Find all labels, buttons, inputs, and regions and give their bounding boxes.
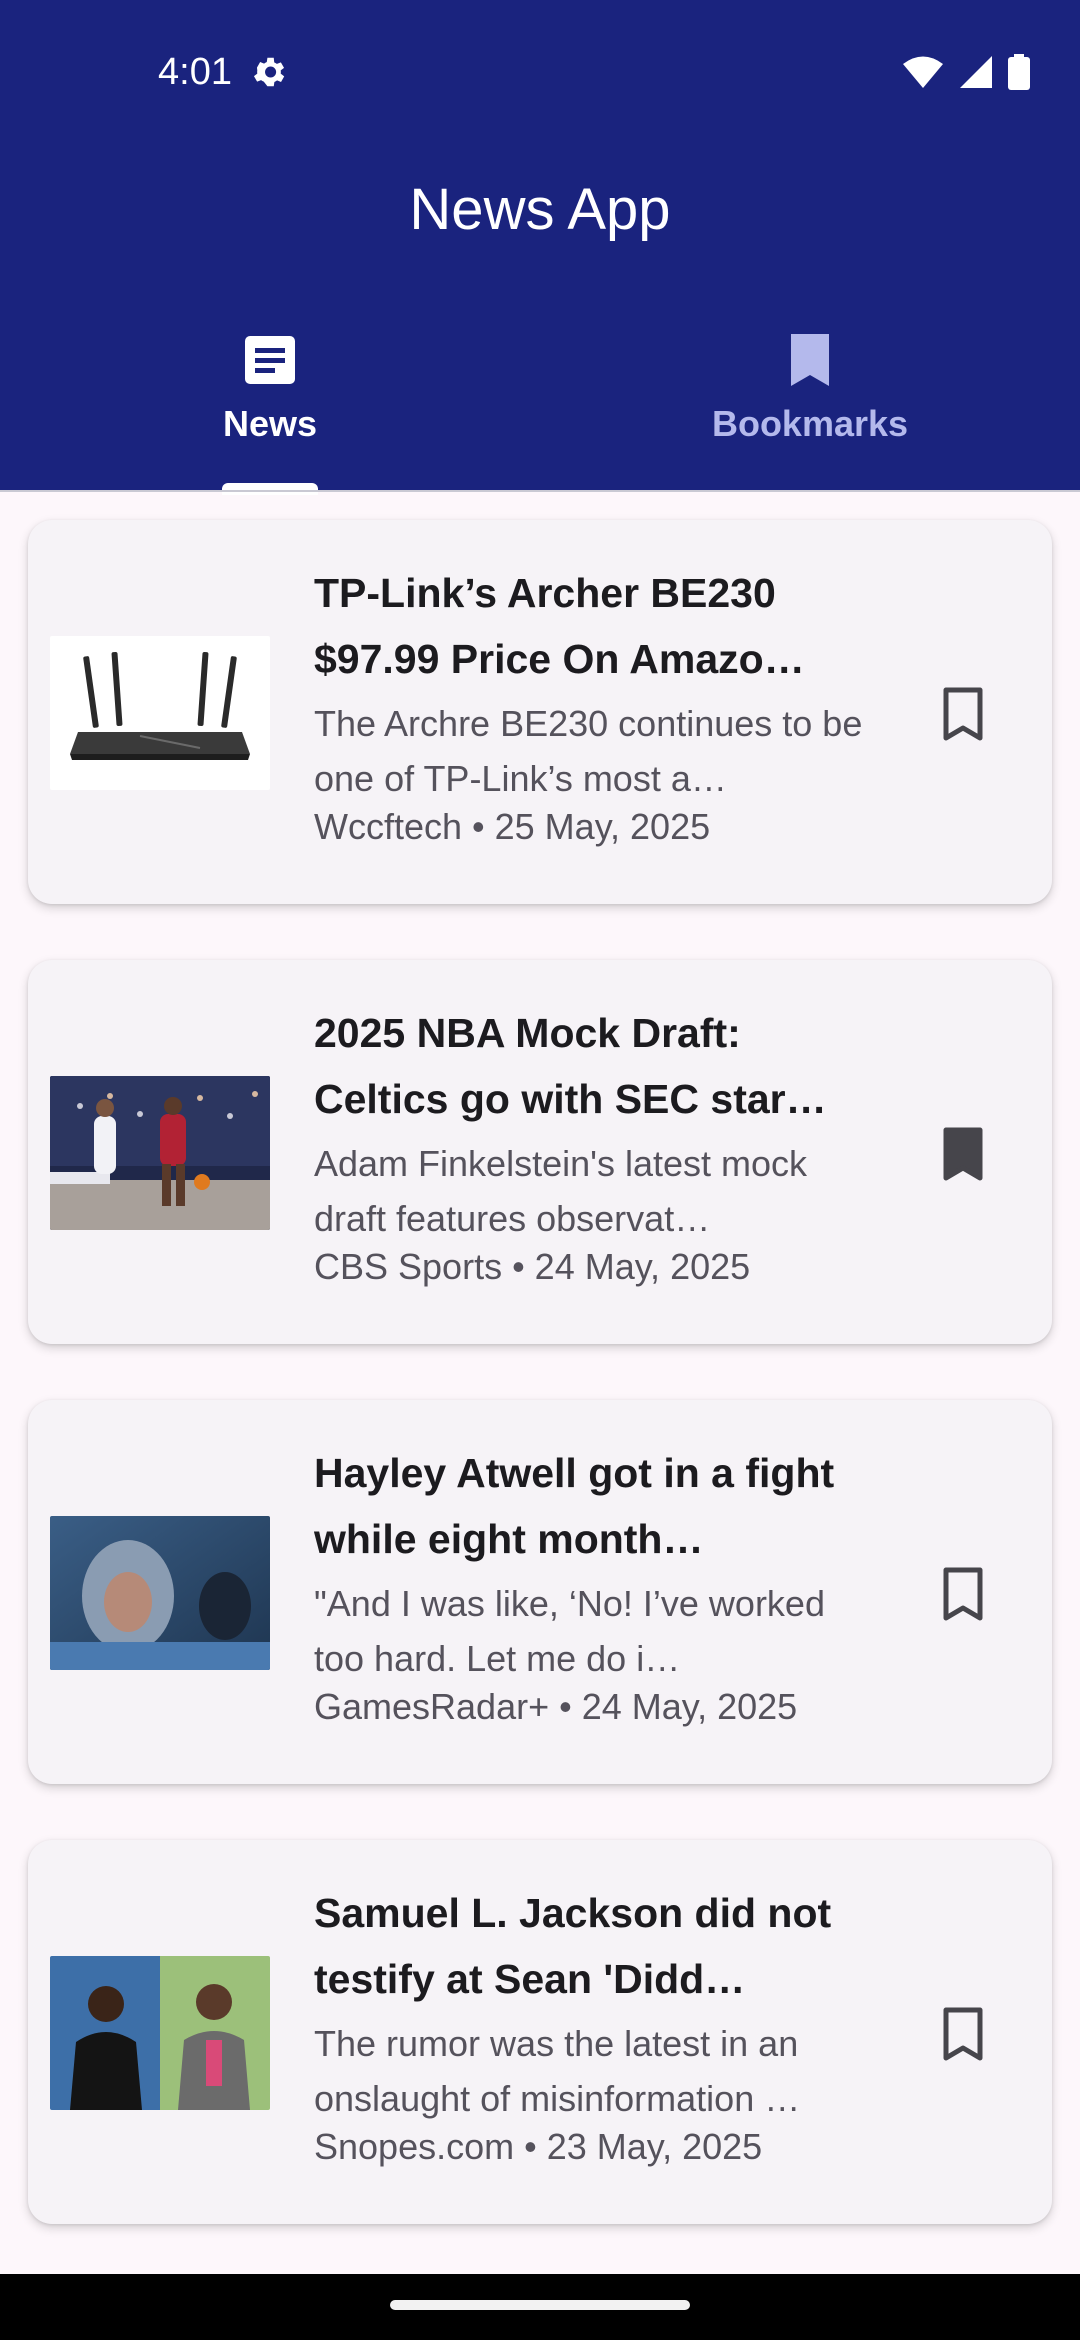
selected-tab-indicator xyxy=(222,483,318,495)
wifi-router-image xyxy=(50,636,270,790)
article-headline: Samuel L. Jackson did not testify at Sea… xyxy=(314,1890,832,2002)
basketball-game-image xyxy=(50,1076,270,1230)
bookmark-icon xyxy=(791,334,829,386)
app-title: News App xyxy=(409,177,671,242)
tab-news-label: News xyxy=(222,403,318,444)
article-card[interactable]: TP-Link’s Archer BE230 $97.99 Price On A… xyxy=(28,520,1052,904)
wifi-icon xyxy=(903,56,943,88)
article-description: Adam Finkelstein's latest mock draft fea… xyxy=(314,1143,808,1239)
tab-bookmarks[interactable]: Bookmarks xyxy=(540,320,1080,490)
article-card[interactable]: 2025 NBA Mock Draft: Celtics go with SEC… xyxy=(28,960,1052,1344)
article-card[interactable]: Samuel L. Jackson did not testify at Sea… xyxy=(28,1840,1052,2224)
tab-divider xyxy=(0,490,1080,492)
bookmark-outline-icon[interactable] xyxy=(938,2006,988,2062)
article-card[interactable]: Hayley Atwell got in a fight while eight… xyxy=(28,1400,1052,1784)
article-meta: Snopes.com • 23 May, 2025 xyxy=(314,2126,763,2167)
article-thumbnail xyxy=(50,1076,270,1230)
article-headline: TP-Link’s Archer BE230 $97.99 Price On A… xyxy=(314,570,805,682)
article-headline: 2025 NBA Mock Draft: Celtics go with SEC… xyxy=(314,1010,827,1122)
cellular-signal-icon xyxy=(960,56,992,88)
article-description: The Archre BE230 continues to be one of … xyxy=(314,703,863,799)
bookmark-filled-icon[interactable] xyxy=(938,1126,988,1182)
battery-icon xyxy=(1008,54,1030,90)
status-icons xyxy=(902,52,1030,92)
article-thumbnail xyxy=(50,636,270,790)
celebrity-photo-image xyxy=(50,1956,270,2110)
home-gesture-handle[interactable] xyxy=(390,2300,690,2310)
tab-bookmarks-label: Bookmarks xyxy=(711,403,909,444)
article-description: "And I was like, ‘No! I’ve worked too ha… xyxy=(314,1583,825,1679)
settings-gear-icon xyxy=(253,57,285,87)
article-meta: CBS Sports • 24 May, 2025 xyxy=(314,1246,751,1287)
tab-news[interactable]: News xyxy=(0,320,540,490)
article-description: The rumor was the latest in an onslaught… xyxy=(314,2023,801,2119)
movie-still-image xyxy=(50,1516,270,1670)
article-meta: GamesRadar+ • 24 May, 2025 xyxy=(314,1686,798,1727)
bookmark-outline-icon[interactable] xyxy=(938,686,988,742)
status-time: 4:01 xyxy=(158,51,232,93)
article-thumbnail xyxy=(50,1956,270,2110)
top-app-bar: 4:01 News App News Bookmarks xyxy=(0,0,1080,495)
bookmark-outline-icon[interactable] xyxy=(938,1566,988,1622)
article-icon xyxy=(245,336,295,384)
article-thumbnail xyxy=(50,1516,270,1670)
article-headline: Hayley Atwell got in a fight while eight… xyxy=(314,1450,835,1562)
article-meta: Wccftech • 25 May, 2025 xyxy=(314,806,711,847)
